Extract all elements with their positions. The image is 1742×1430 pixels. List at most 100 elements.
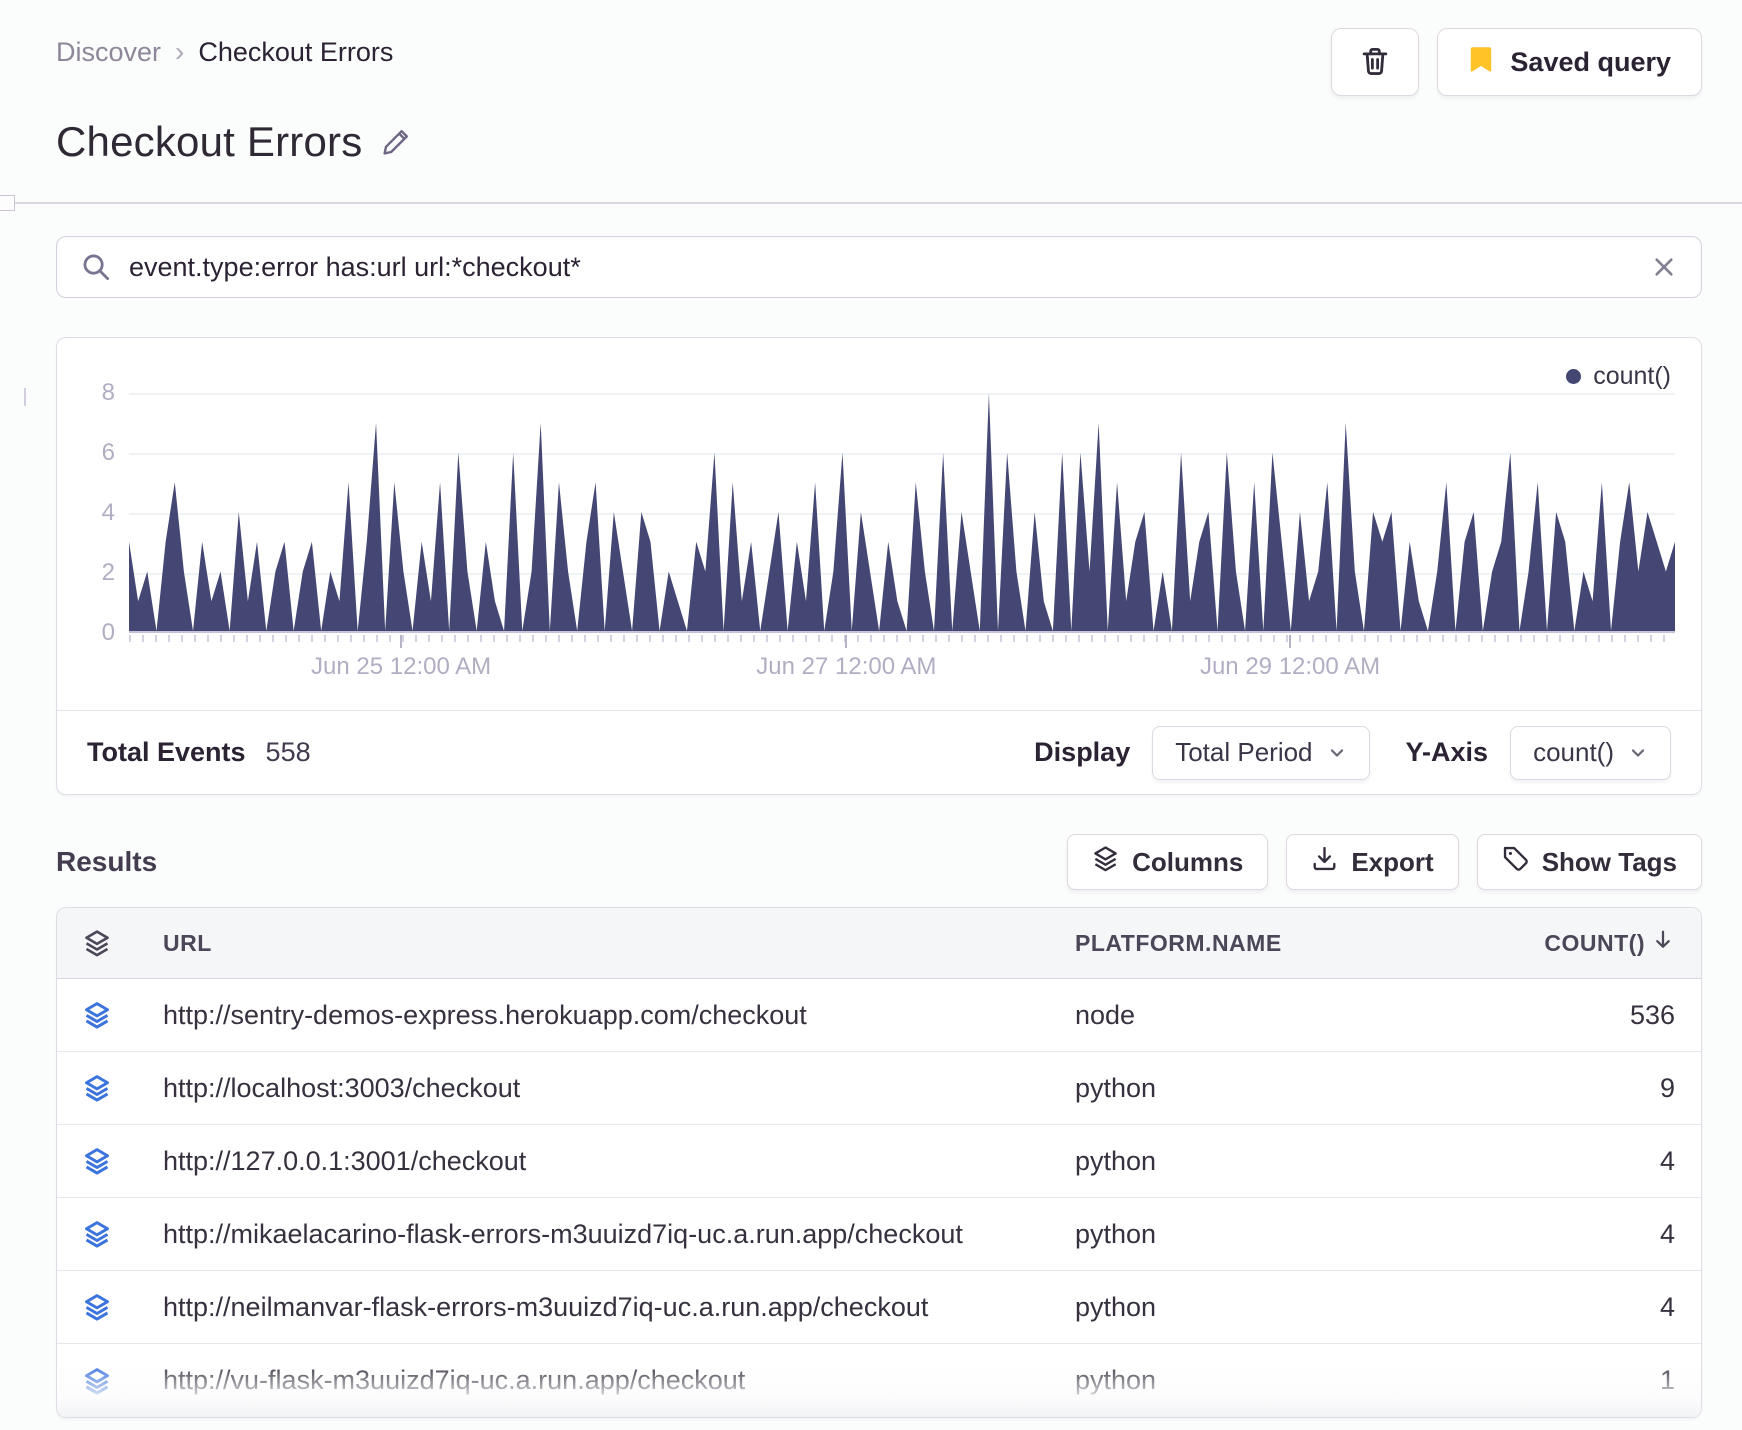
header-cell-count-label: COUNT() [1544, 929, 1645, 956]
cell-platform: node [1075, 999, 1136, 1030]
cell-count: 536 [1629, 999, 1675, 1030]
chart-footer: Total Events 558 Display Total Period Y-… [57, 710, 1701, 794]
breadcrumb: Discover › Checkout Errors [56, 28, 393, 68]
x-axis-major-tick [845, 635, 848, 648]
row-actions-stack-icon[interactable] [83, 1220, 163, 1248]
breadcrumb-current: Checkout Errors [198, 36, 394, 67]
chevron-down-icon [1327, 743, 1347, 763]
legend-dot [1566, 369, 1582, 384]
bookmark-icon [1468, 45, 1494, 80]
cell-url: http://127.0.0.1:3001/checkout [163, 1145, 527, 1176]
download-icon [1311, 845, 1338, 879]
edit-pencil-icon[interactable] [380, 126, 412, 158]
delete-query-button[interactable] [1331, 28, 1420, 96]
table-row: http://mikaelacarino-flask-errors-m3uuiz… [57, 1198, 1701, 1271]
y-axis-labels: 0 2 4 6 8 [57, 379, 115, 646]
yaxis-label: Y-Axis [1405, 737, 1489, 767]
x-axis-label: Jun 27 12:00 AM [756, 653, 937, 680]
yaxis-select[interactable]: count() [1510, 725, 1671, 780]
layers-icon [1092, 845, 1119, 879]
trash-icon [1360, 46, 1390, 79]
show-tags-button[interactable]: Show Tags [1476, 834, 1702, 890]
header-stack-icon [83, 929, 163, 957]
area-chart-svg [129, 393, 1675, 631]
saved-query-button[interactable]: Saved query [1437, 28, 1702, 96]
page-title-row: Checkout Errors [56, 118, 412, 166]
columns-button[interactable]: Columns [1067, 834, 1269, 890]
display-select[interactable]: Total Period [1152, 725, 1370, 780]
export-button[interactable]: Export [1286, 834, 1459, 890]
table-row: http://vu-flask-m3uuizd7iq-uc.a.run.app/… [57, 1344, 1701, 1417]
cell-count: 1 [1659, 1365, 1675, 1395]
results-table: URL PLATFORM.NAME COUNT() http://sentry-… [56, 907, 1702, 1418]
display-label: Display [1034, 737, 1131, 767]
header-divider [0, 202, 1742, 204]
left-edge-mark [24, 388, 26, 406]
cell-platform: python [1075, 1145, 1157, 1176]
y-axis-label: 2 [101, 559, 115, 586]
tag-icon [1502, 845, 1529, 879]
row-actions-stack-icon[interactable] [83, 1293, 163, 1321]
x-axis-major-tick [400, 635, 403, 648]
row-actions-stack-icon[interactable] [83, 1001, 163, 1029]
table-row: http://127.0.0.1:3001/checkout python 4 [57, 1125, 1701, 1198]
yaxis-select-value: count() [1533, 737, 1614, 767]
cell-platform: python [1075, 1291, 1157, 1322]
row-actions-stack-icon[interactable] [83, 1147, 163, 1175]
search-icon [81, 252, 111, 282]
total-events-label: Total Events [87, 737, 246, 767]
cell-url: http://neilmanvar-flask-errors-m3uuizd7i… [163, 1291, 929, 1322]
results-header: Results Columns Export Show Tags [56, 834, 1702, 890]
x-axis-label: Jun 25 12:00 AM [311, 653, 492, 680]
area-series [129, 393, 1675, 631]
chart-plot[interactable] [129, 393, 1675, 633]
results-heading: Results [56, 846, 158, 877]
row-actions-stack-icon[interactable] [83, 1074, 163, 1102]
sort-desc-arrow-icon [1651, 928, 1675, 958]
search-bar [56, 236, 1702, 298]
cell-url: http://mikaelacarino-flask-errors-m3uuiz… [163, 1218, 963, 1249]
cell-count: 4 [1659, 1145, 1675, 1176]
header-cell-platform[interactable]: PLATFORM.NAME [1075, 930, 1445, 957]
header-cell-count[interactable]: COUNT() [1445, 928, 1675, 958]
cell-count: 4 [1659, 1218, 1675, 1249]
total-events-value: 558 [265, 737, 311, 767]
y-axis-label: 0 [101, 619, 115, 646]
cell-url: http://sentry-demos-express.herokuapp.co… [163, 999, 807, 1030]
cell-url: http://localhost:3003/checkout [163, 1072, 521, 1103]
table-row: http://localhost:3003/checkout python 9 [57, 1052, 1701, 1125]
breadcrumb-link-discover[interactable]: Discover [56, 37, 161, 68]
table-row: http://sentry-demos-express.herokuapp.co… [57, 979, 1701, 1052]
header-cell-url[interactable]: URL [163, 930, 1075, 957]
page-header: Discover › Checkout Errors Saved query [56, 28, 1702, 96]
cell-count: 4 [1659, 1291, 1675, 1322]
saved-query-label: Saved query [1510, 46, 1671, 77]
total-events: Total Events 558 [87, 737, 311, 768]
chevron-down-icon [1628, 743, 1648, 763]
x-axis-labels: Jun 25 12:00 AM Jun 27 12:00 AM Jun 29 12:… [129, 653, 1675, 685]
footer-controls: Display Total Period Y-Axis count() [1034, 725, 1671, 780]
x-axis-ticks [129, 635, 1675, 648]
show-tags-button-label: Show Tags [1541, 846, 1677, 877]
y-axis-label: 8 [101, 379, 115, 406]
cell-platform: python [1075, 1365, 1157, 1395]
cell-count: 9 [1659, 1072, 1675, 1103]
cell-platform: python [1075, 1218, 1157, 1249]
table-header: URL PLATFORM.NAME COUNT() [57, 908, 1701, 979]
table-body: http://sentry-demos-express.herokuapp.co… [57, 979, 1701, 1417]
sidebar-collapse-handle[interactable] [0, 195, 15, 211]
clear-search-icon[interactable] [1651, 254, 1677, 280]
legend-label: count() [1593, 362, 1671, 390]
page-title: Checkout Errors [56, 118, 363, 165]
chart-panel: count() 0 2 4 6 8 Jun 25 12:00 AM Jun 27 12:0… [56, 337, 1702, 795]
header-actions: Saved query [1331, 28, 1702, 96]
search-input[interactable] [129, 251, 1651, 283]
cell-platform: python [1075, 1072, 1157, 1103]
display-select-value: Total Period [1175, 737, 1313, 767]
y-axis-label: 6 [101, 439, 115, 466]
y-axis-label: 4 [101, 499, 115, 526]
row-actions-stack-icon[interactable] [83, 1367, 163, 1395]
table-row: http://neilmanvar-flask-errors-m3uuizd7i… [57, 1271, 1701, 1344]
legend-item-count[interactable]: count() [1566, 362, 1671, 391]
export-button-label: Export [1351, 846, 1434, 877]
